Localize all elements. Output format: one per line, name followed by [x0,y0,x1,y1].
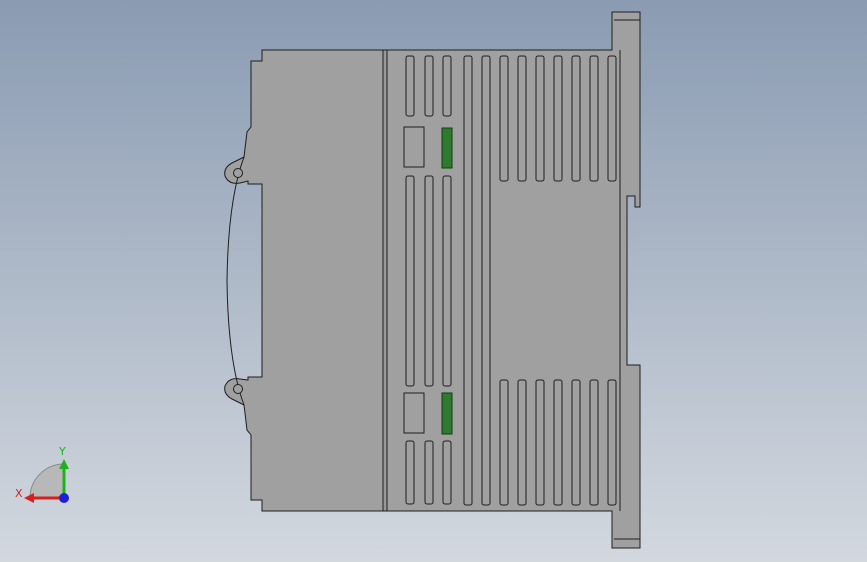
housing-seam [382,49,388,512]
vent-slot [424,55,434,117]
fin-slot [499,55,509,182]
upper-status-led [441,127,453,169]
lower-mounting-hole [233,384,243,394]
vent-slot [442,440,452,505]
fin-slot [607,55,617,182]
vent-slot [405,440,415,505]
upper-port-window [403,126,425,168]
y-axis-label: Y [58,445,66,458]
vfd-side-view-model[interactable] [224,11,641,549]
z-axis-dot [59,493,69,503]
fin-slot [589,379,599,506]
fin-slot [571,55,581,182]
vent-slot [424,175,434,387]
vent-slot [442,55,452,117]
vent-slot [405,55,415,117]
upper-mounting-hole [233,168,243,178]
lower-port-window [403,392,425,434]
fin-slot [535,55,545,182]
vent-slot [405,175,415,387]
divider-channel-1 [463,55,473,506]
fin-slot [553,379,563,506]
fin-slot [517,379,527,506]
model-canvas[interactable]: X Y [0,0,867,562]
fin-slot [499,379,509,506]
x-axis-label: X [15,487,23,500]
fin-slot [517,55,527,182]
fin-slot [535,379,545,506]
cad-viewport[interactable]: X Y [0,0,867,562]
fin-slot [553,55,563,182]
fin-slot [589,55,599,182]
fin-slot [571,379,581,506]
divider-channel-2 [481,55,491,506]
vent-slot [442,175,452,387]
lower-status-led [441,392,453,435]
vent-slot [424,440,434,505]
fin-slot [607,379,617,506]
